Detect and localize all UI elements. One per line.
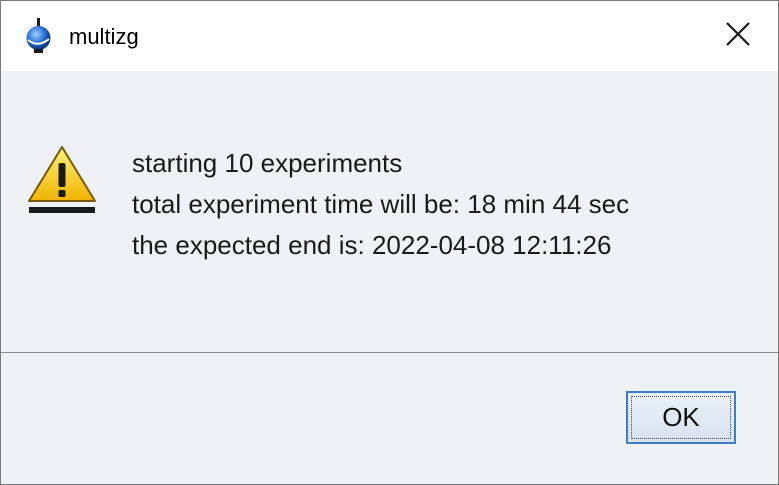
warning-icon [25,143,99,217]
button-bar: OK [1,353,778,484]
close-icon [725,21,751,52]
close-button[interactable] [713,11,763,61]
message-line-2: total experiment time will be: 18 min 44… [132,189,630,219]
ok-button[interactable]: OK [626,391,736,444]
message-line-3: the expected end is: 2022-04-08 12:11:26 [132,230,612,260]
window-title: multizg [69,24,139,49]
app-icon [25,18,53,54]
ok-button-label: OK [662,402,700,432]
dialog-content: starting 10 experiments total experiment… [1,71,778,352]
title-bar[interactable]: multizg [1,1,778,71]
dialog-window: multizg starting 10 experiments total ex… [0,0,779,485]
message-line-1: starting 10 experiments [132,148,403,178]
message-text: starting 10 experiments total experiment… [132,143,629,266]
